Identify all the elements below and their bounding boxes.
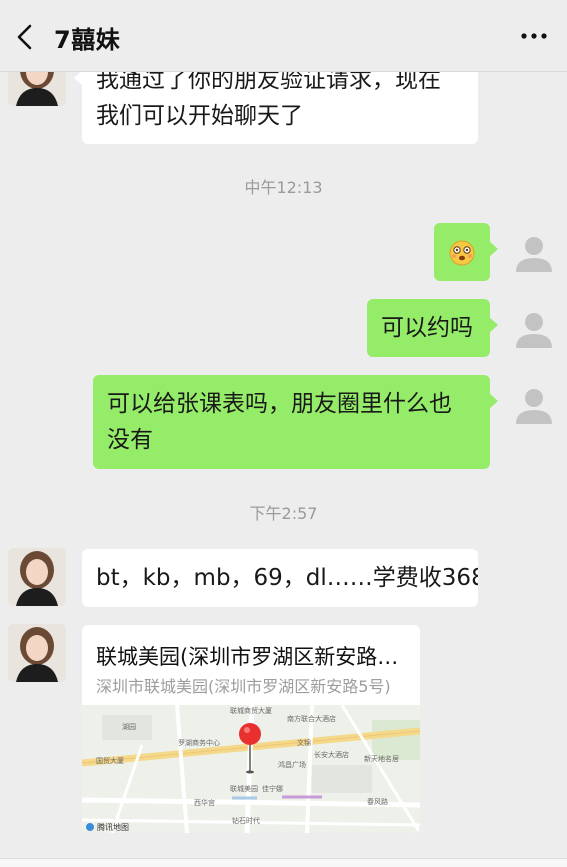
map-label: 联城商贸大厦: [230, 706, 272, 715]
map-label: 南方联合大酒店: [287, 714, 336, 723]
chevron-left-icon[interactable]: [12, 22, 40, 52]
map-label: 罗湖商务中心: [178, 738, 220, 747]
message-text: 没有: [107, 427, 153, 453]
map-label: 西华宫: [194, 798, 215, 807]
my-avatar-icon[interactable]: [509, 304, 559, 354]
map-label: 国贸大厦: [96, 756, 124, 765]
dizzy-face-emoji-icon: [449, 240, 475, 266]
message-text: 我通过了你的朋友验证请求，现在: [96, 72, 441, 93]
map-label: 文锦: [297, 738, 311, 747]
message-bubble-incoming[interactable]: 我通过了你的朋友验证请求，现在 我们可以开始聊天了: [74, 72, 478, 144]
location-name: 联城美园(深圳市罗湖区新安路5号): [96, 645, 408, 669]
message-text: bt，kb，mb，69，dl……学费收368: [96, 565, 478, 591]
location-address: 深圳市联城美园(深圳市罗湖区新安路5号): [96, 677, 391, 696]
message-bubble-incoming[interactable]: bt，kb，mb，69，dl……学费收368: [82, 549, 478, 607]
location-map[interactable]: 联城商贸大厦 南方联合大酒店 罗湖商务中心 文锦 长安大酒店 鸿昌广场 新天地名…: [82, 705, 420, 833]
chat-header: 7囍妹: [0, 0, 567, 72]
more-dots-icon[interactable]: [521, 28, 547, 44]
timestamp: 下午2:57: [249, 504, 318, 523]
map-label: 长安大酒店: [314, 750, 349, 759]
chat-title: 7囍妹: [54, 26, 121, 54]
timestamp: 中午12:13: [244, 178, 323, 197]
contact-avatar[interactable]: [8, 548, 66, 606]
contact-avatar[interactable]: [8, 624, 66, 682]
message-bubble-outgoing[interactable]: [434, 223, 498, 281]
map-label: 钻石时代: [232, 816, 260, 825]
contact-avatar-image: [8, 624, 66, 682]
my-avatar-icon[interactable]: [509, 380, 559, 430]
svg-text:腾讯地图: 腾讯地图: [97, 822, 129, 832]
message-bubble-outgoing[interactable]: 可以给张课表吗，朋友圈里什么也 没有: [93, 375, 498, 469]
map-label: 联城美园: [230, 784, 258, 793]
message-list[interactable]: 我通过了你的朋友验证请求，现在 我们可以开始聊天了 中午12:13 可以约吗 可…: [0, 72, 567, 867]
map-label: 春风路: [367, 797, 388, 806]
contact-avatar-image: [8, 72, 66, 106]
message-text: 可以约吗: [381, 315, 473, 341]
location-card[interactable]: 联城美园(深圳市罗湖区新安路5号) 深圳市联城美园(深圳市罗湖区新安路5号) 联…: [82, 625, 420, 833]
contact-avatar-image: [8, 548, 66, 606]
input-bar-edge: [0, 858, 567, 867]
map-label: 新天地名居: [364, 754, 399, 763]
message-text: 我们可以开始聊天了: [96, 103, 303, 129]
my-avatar-icon[interactable]: [509, 228, 559, 278]
message-bubble-outgoing[interactable]: 可以约吗: [367, 299, 498, 357]
map-label: 湖园: [122, 722, 136, 731]
message-text: 可以给张课表吗，朋友圈里什么也: [107, 391, 452, 417]
contact-avatar[interactable]: [8, 72, 66, 106]
map-label: 鸿昌广场: [278, 760, 306, 769]
map-label: 佳宁娜: [262, 784, 283, 793]
